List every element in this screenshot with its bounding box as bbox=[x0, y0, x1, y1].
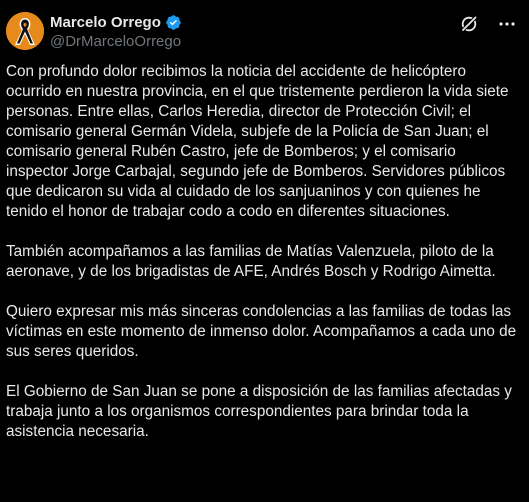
author-handle[interactable]: @DrMarceloOrrego bbox=[50, 33, 182, 50]
grok-icon[interactable] bbox=[459, 14, 479, 34]
post-paragraph: Con profundo dolor recibimos la noticia … bbox=[6, 63, 509, 220]
post-paragraph: Quiero expresar mis más sinceras condole… bbox=[6, 303, 517, 360]
post-actions bbox=[459, 14, 517, 34]
author-names: Marcelo Orrego @DrMarceloOrrego bbox=[50, 13, 182, 50]
display-name-row: Marcelo Orrego bbox=[50, 13, 182, 32]
author-display-name[interactable]: Marcelo Orrego bbox=[50, 14, 161, 31]
more-icon[interactable] bbox=[497, 14, 517, 34]
mourning-ribbon-icon bbox=[6, 12, 44, 50]
post-header: Marcelo Orrego @DrMarceloOrrego bbox=[6, 12, 529, 56]
post-text: Con profundo dolor recibimos la noticia … bbox=[6, 62, 522, 462]
post-paragraph: También acompañamos a las familias de Ma… bbox=[6, 243, 496, 280]
verified-badge-icon[interactable] bbox=[165, 14, 182, 31]
post: Marcelo Orrego @DrMarceloOrrego Con prof… bbox=[0, 0, 529, 502]
avatar[interactable] bbox=[6, 12, 44, 50]
post-paragraph: El Gobierno de San Juan se pone a dispos… bbox=[6, 383, 512, 440]
